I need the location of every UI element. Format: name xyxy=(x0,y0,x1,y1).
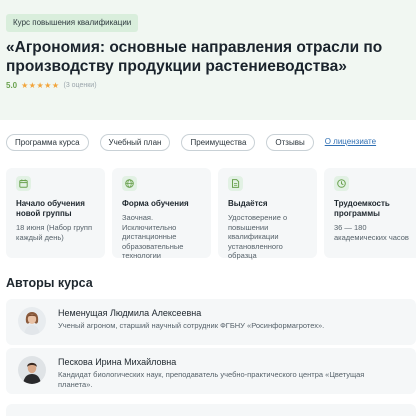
tab-reviews[interactable]: Отзывы xyxy=(266,134,314,151)
avatar xyxy=(18,307,46,335)
info-card-start: Начало обучения новой группы 18 июня (На… xyxy=(6,168,105,258)
clock-icon xyxy=(334,176,349,191)
tab-program[interactable]: Программа курса xyxy=(6,134,89,151)
course-info-cards: Начало обучения новой группы 18 июня (На… xyxy=(6,168,416,260)
authors-section-title: Авторы курса xyxy=(6,276,93,290)
author-card[interactable]: Неменущая Людмила Алексеевна Ученый агро… xyxy=(6,299,416,345)
tab-advantages[interactable]: Преимущества xyxy=(181,134,256,151)
info-card-title: Трудоемкость программы xyxy=(334,199,390,218)
info-card-text: Удостоверение о повышении квалификации у… xyxy=(228,213,288,260)
next-section-card xyxy=(6,404,416,416)
info-card-format: Форма обучения Заочная. Исключительно ди… xyxy=(112,168,211,260)
globe-icon xyxy=(122,176,137,191)
tab-curriculum[interactable]: Учебный план xyxy=(99,134,171,151)
avatar xyxy=(18,356,46,384)
license-link[interactable]: О лицензиате xyxy=(324,134,377,151)
document-icon xyxy=(228,176,243,191)
author-name: Пескова Ирина Михайловна xyxy=(58,357,177,367)
rating: 5.0 ★★★★★ (3 оценки) xyxy=(6,80,97,92)
calendar-icon xyxy=(16,176,31,191)
info-card-text: Заочная. Исключительно дистанционные обр… xyxy=(122,213,184,260)
course-hero: Курс повышения квалификации «Агрономия: … xyxy=(0,0,416,120)
info-card-title: Форма обучения xyxy=(122,199,189,208)
rating-score: 5.0 xyxy=(6,81,18,90)
course-type-badge: Курс повышения квалификации xyxy=(6,14,139,32)
author-card[interactable]: Пескова Ирина Михайловна Кандидат биолог… xyxy=(6,348,416,394)
info-card-certificate: Выдаётся Удостоверение о повышении квали… xyxy=(218,168,317,260)
course-tabs: Программа курса Учебный план Преимуществ… xyxy=(6,134,377,151)
info-card-text: 36 — 180 академических часов xyxy=(334,223,409,242)
author-description: Ученый агроном, старший научный сотрудни… xyxy=(58,321,325,330)
info-card-title: Начало обучения новой группы xyxy=(16,199,85,218)
info-card-duration: Трудоемкость программы 36 — 180 академич… xyxy=(324,168,416,258)
rating-stars-icon: ★★★★★ xyxy=(21,81,60,90)
page-title: «Агрономия: основные направления отрасли… xyxy=(6,39,383,75)
author-name: Неменущая Людмила Алексеевна xyxy=(58,308,202,318)
info-card-title: Выдаётся xyxy=(228,199,268,208)
author-description: Кандидат биологических наук, преподавате… xyxy=(58,370,365,389)
info-card-text: 18 июня (Набор групп каждый день) xyxy=(16,223,93,242)
rating-count[interactable]: (3 оценки) xyxy=(63,80,96,92)
